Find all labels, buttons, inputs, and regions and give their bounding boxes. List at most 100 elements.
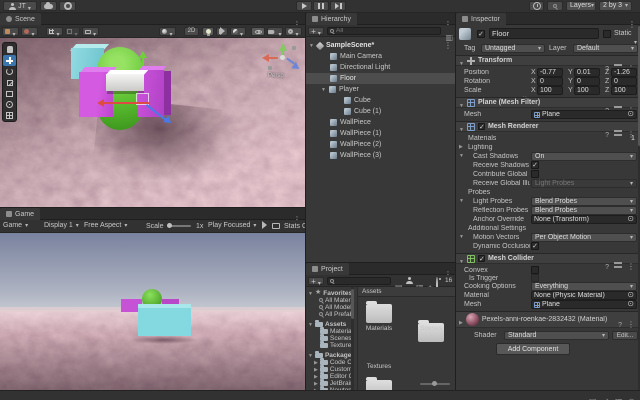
draw-mode-dropdown[interactable] [159,27,176,36]
object-picker-icon[interactable] [627,215,634,224]
axis-center-dot[interactable] [280,55,285,60]
hierarchy-item[interactable]: Directional Light [306,62,455,73]
dynamic-occlusion-checkbox[interactable] [531,242,539,250]
toggle-2d-button[interactable]: 2D [184,27,199,36]
layers-dropdown[interactable]: Layers [566,1,596,11]
object-picker-icon[interactable] [627,300,634,309]
scene-options-kebab-icon[interactable] [444,41,452,50]
play-button[interactable] [296,1,312,11]
lighting-foldout[interactable]: Lighting [456,143,638,152]
scrollbar-thumb[interactable] [351,289,354,319]
axis-handle-dot[interactable] [268,66,272,70]
thumbnail-size-slider[interactable] [420,380,450,388]
tab-game[interactable]: Game [0,208,40,220]
hierarchy-search-input[interactable]: All [327,27,441,35]
convex-checkbox[interactable] [531,266,539,274]
axis-x-cone[interactable] [262,54,269,62]
status-sync-icon[interactable] [602,391,609,400]
materials-row[interactable]: Materials 1 [456,134,638,143]
foldout-icon[interactable] [459,94,464,112]
orientation-gizmo[interactable]: Persp [258,40,303,82]
game-camera-dropdown[interactable]: Game [3,222,28,229]
global-search-button[interactable] [547,1,563,11]
scene-row[interactable]: SampleScene* [306,40,455,51]
transform-header[interactable]: Transform [456,55,640,66]
breadcrumb[interactable]: Assets [362,288,382,296]
foldout-icon[interactable] [459,118,464,136]
create-object-button[interactable]: + [308,27,324,35]
settings-button[interactable] [59,1,76,11]
hierarchy-item[interactable]: Player [306,84,455,95]
transform-tool-button[interactable] [3,99,16,110]
foldout-icon[interactable] [321,86,326,93]
gizmo-x-axis[interactable] [104,102,150,104]
object-name-field[interactable]: Floor [489,28,599,39]
status-progress-icon[interactable] [628,391,635,400]
hierarchy-item[interactable]: Cube [306,95,455,106]
scene-audio-toggle[interactable] [216,27,228,36]
hierarchy-item[interactable]: WallPiece (2) [306,139,455,150]
anchor-object-field[interactable]: None (Transform) [531,215,637,224]
create-asset-button[interactable]: + [308,277,324,285]
kebab-icon[interactable] [627,314,635,332]
reflection-probes-dropdown[interactable]: Blend Probes [531,206,637,215]
tool-handle-pivot-dropdown[interactable] [2,27,19,36]
cast-shadows-dropdown[interactable]: On [531,152,637,161]
grid-visibility-dropdown[interactable] [46,27,63,36]
aspect-dropdown[interactable]: Free Aspect [84,222,127,229]
white-slab[interactable] [106,74,144,91]
contribute-gi-checkbox[interactable] [531,170,539,178]
tab-project[interactable]: Project [306,263,349,275]
scene-lighting-toggle[interactable] [202,27,214,36]
display-dropdown[interactable]: Display 1 [44,222,79,229]
view-tool-button[interactable] [3,44,16,55]
help-icon[interactable] [618,314,622,332]
asset-folder-item[interactable]: Textures [306,341,354,349]
progress-button[interactable] [529,1,544,11]
layer-dropdown[interactable]: Default [573,44,638,53]
hierarchy-item-selected[interactable]: Floor [306,73,455,84]
tab-hierarchy[interactable]: Hierarchy [306,13,357,25]
folder-tile-textures[interactable] [366,380,392,390]
scale-slider-thumb[interactable] [167,223,172,228]
account-button[interactable]: JT [3,1,37,11]
position-y-field[interactable]: 0.01 [574,68,600,77]
persp-label[interactable]: Persp [268,72,284,81]
motion-vectors-dropdown[interactable]: Per Object Motion [531,233,637,242]
move-tool-button[interactable] [3,55,16,66]
rotate-tool-button[interactable] [3,66,16,77]
tag-dropdown[interactable]: Untagged [481,44,545,53]
material-header[interactable]: Pexels-anni-roenkae-2832432 (Material) [456,311,640,328]
light-probes-dropdown[interactable]: Blend Probes [531,197,637,206]
effects-dropdown[interactable] [230,27,246,36]
hierarchy-item[interactable]: WallPiece (1) [306,128,455,139]
scene-viewport[interactable]: Persp [0,38,305,207]
vsync-icon[interactable] [272,223,280,229]
rotation-z-field[interactable]: 0 [611,77,637,86]
scene-camera-dropdown[interactable] [267,27,283,36]
scale-x-field[interactable]: 100 [537,86,563,95]
object-picker-icon[interactable] [627,110,634,119]
pause-button[interactable] [313,1,329,11]
mesh-collider-header[interactable]: Mesh Collider [456,253,640,264]
scale-y-field[interactable]: 100 [574,86,600,95]
edit-shader-button[interactable]: Edit... [612,331,638,340]
tab-inspector[interactable]: Inspector [456,13,506,25]
snap-increment-dropdown[interactable] [65,27,80,36]
custom-tool-button[interactable] [3,110,16,121]
project-tree-scrollbar[interactable] [351,287,354,390]
hierarchy-item[interactable]: WallPiece (3) [306,150,455,161]
stats-toggle[interactable]: Stats [284,222,300,231]
physic-material-field[interactable]: None (Physic Material) [531,291,637,300]
rotation-y-field[interactable]: 0 [574,77,600,86]
scale-slider[interactable] [167,222,191,230]
scale-z-field[interactable]: 100 [611,86,637,95]
rotation-x-field[interactable]: 0 [537,77,563,86]
enabled-checkbox[interactable] [478,123,485,130]
shader-dropdown[interactable]: Standard [504,331,609,340]
folder-tile-materials[interactable] [366,304,392,323]
object-picker-icon[interactable] [627,291,634,300]
gizmos-dropdown[interactable] [285,27,302,36]
project-search-input[interactable] [327,277,391,285]
hierarchy-item[interactable]: Cube (1) [306,106,455,117]
